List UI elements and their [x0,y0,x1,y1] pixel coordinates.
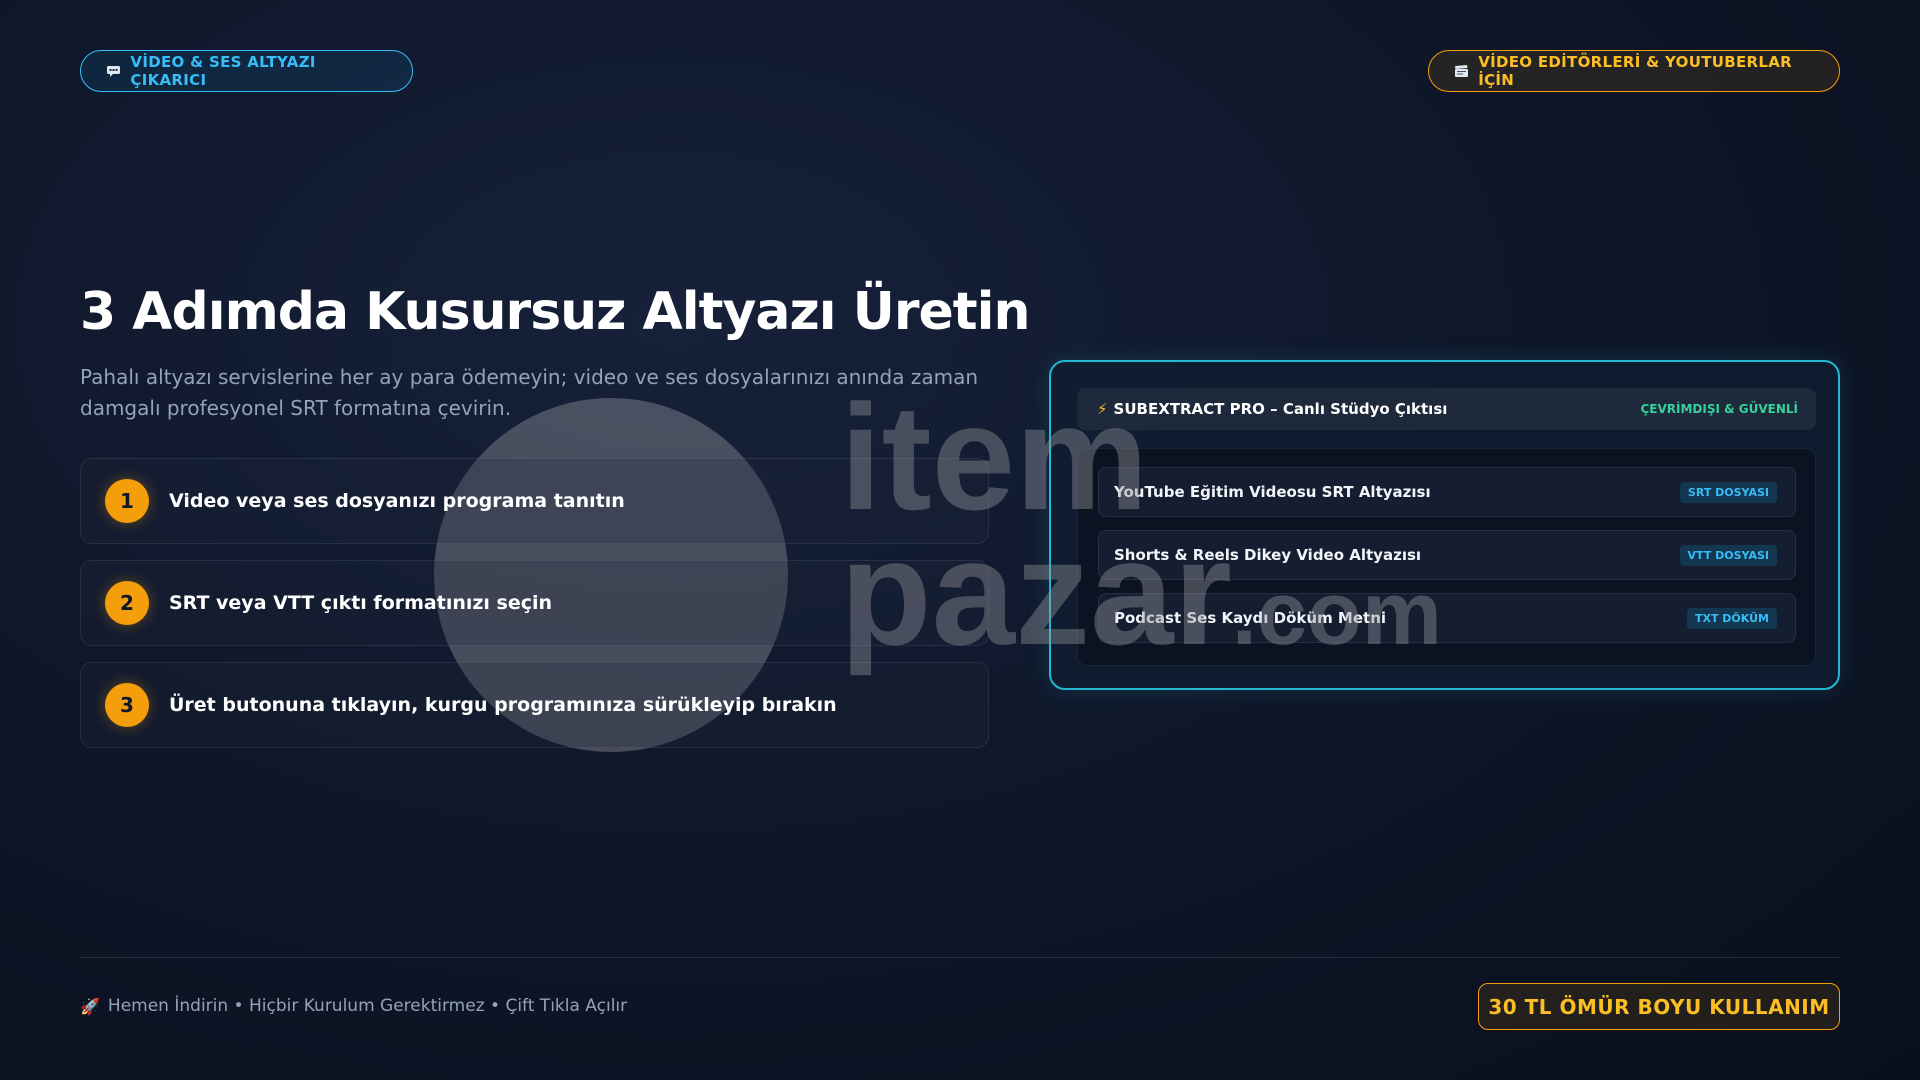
step-number: 3 [105,683,149,727]
product-category-pill: VİDEO & SES ALTYAZI ÇIKARICI [80,50,413,92]
format-badge: SRT DOSYASI [1679,481,1777,503]
step-text: SRT veya VTT çıktı formatınızı seçin [169,592,553,614]
product-category-label: VİDEO & SES ALTYAZI ÇIKARICI [130,53,316,89]
step-number: 1 [105,479,149,523]
speech-bubble-icon [107,65,121,77]
step-number: 2 [105,581,149,625]
format-badge: VTT DOSYASI [1679,544,1777,566]
footer-divider [80,957,1840,958]
clapperboard-icon [1455,65,1469,77]
format-badge: TXT DÖKÜM [1686,607,1777,629]
footer-text: Hemen İndirin • Hiçbir Kurulum Gerektirm… [107,996,628,1016]
watermark-line-2-text: pazar [840,508,1232,676]
watermark-text: item pazar.com [840,373,1442,667]
audience-pill: VİDEO EDİTÖRLERİ & YOUTUBERLAR İÇİN [1428,50,1840,92]
watermark-line-1: item [840,373,1149,541]
step-text: Video veya ses dosyanızı programa tanıtı… [169,490,625,512]
watermark-suffix: .com [1231,564,1442,664]
lifetime-license-button[interactable]: 30 TL ÖMÜR BOYU KULLANIM [1478,983,1840,1030]
watermark-line-2: pazar.com [840,517,1442,667]
footer-info: 🚀 Hemen İndirin • Hiçbir Kurulum Gerekti… [80,996,627,1016]
page-title: 3 Adımda Kusursuz Altyazı Üretin [80,282,1030,342]
status-badge: ÇEVRİMDIŞI & GÜVENLİ [1640,402,1798,416]
rocket-icon: 🚀 [80,996,100,1016]
step-text: Üret butonuna tıklayın, kurgu programını… [169,694,837,716]
audience-label: VİDEO EDİTÖRLERİ & YOUTUBERLAR İÇİN [1478,53,1792,89]
